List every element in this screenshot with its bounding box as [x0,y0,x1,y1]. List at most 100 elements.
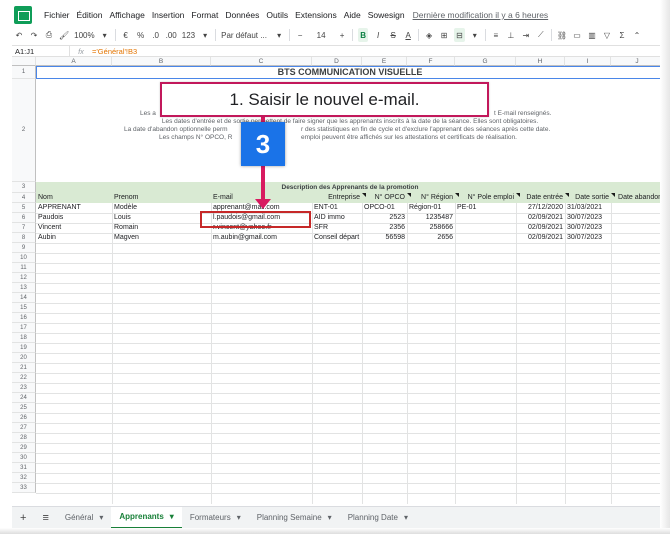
table-cell[interactable]: m.aubin@gmail.com [211,233,312,243]
row-header[interactable]: 14 [12,293,36,303]
table-cell[interactable]: Aubin [36,233,112,243]
table-cell[interactable] [455,223,516,233]
table-cell[interactable] [611,223,664,233]
row-header[interactable]: 8 [12,233,36,243]
tab-planning-date[interactable]: Planning Date ▾ [340,507,416,529]
chevron-down-icon[interactable]: ▾ [404,513,408,522]
row-header[interactable]: 30 [12,453,36,463]
row-header[interactable]: 20 [12,353,36,363]
column-header-b[interactable]: B [112,57,211,66]
row-header[interactable]: 33 [12,483,36,493]
text-rotation-icon[interactable]: ⟋ [536,28,546,42]
table-cell[interactable]: 02/09/2021 [516,233,565,243]
chevron-down-icon[interactable]: ▾ [470,28,480,42]
tab-formateurs[interactable]: Formateurs ▾ [182,507,249,529]
all-sheets-icon[interactable]: ≡ [34,512,56,524]
menu-fichier[interactable]: Fichier [44,10,70,20]
align-horizontal-icon[interactable]: ≡ [491,28,501,42]
table-cell[interactable] [455,213,516,223]
filter-icon[interactable]: ▽ [602,28,612,42]
menu-donnees[interactable]: Données [225,10,259,20]
column-header-f[interactable]: F [407,57,455,66]
collapse-toolbar-icon[interactable]: ⌃ [632,28,642,42]
table-cell[interactable]: ENT-01 [312,203,362,213]
row-header[interactable]: 15 [12,303,36,313]
decrease-decimals-button[interactable]: .0 [151,28,161,42]
menu-affichage[interactable]: Affichage [110,10,145,20]
row-header[interactable]: 29 [12,443,36,453]
row-header[interactable]: 13 [12,283,36,293]
table-cell[interactable]: AID immo [312,213,362,223]
row-header[interactable]: 12 [12,273,36,283]
menu-outils[interactable]: Outils [266,10,288,20]
increase-font-size-icon[interactable]: + [337,28,347,42]
chevron-down-icon[interactable]: ▾ [99,513,103,522]
section-title-cell[interactable]: Description des Apprenants de la promoti… [36,182,664,193]
header-date-sortie[interactable]: Date sortie [565,193,611,203]
row-header[interactable]: 19 [12,343,36,353]
table-cell[interactable]: Louis [112,213,211,223]
table-cell[interactable]: Conseil départ [312,233,362,243]
table-cell[interactable]: 1235487 [407,213,455,223]
row-header[interactable]: 32 [12,473,36,483]
column-header-i[interactable]: I [565,57,611,66]
select-all-corner[interactable] [12,57,36,66]
chart-icon[interactable]: ▥ [587,28,597,42]
chevron-down-icon[interactable]: ▾ [328,513,332,522]
header-date-entree[interactable]: Date entrée [516,193,565,203]
header-opco[interactable]: N° OPCO [362,193,407,203]
table-cell[interactable]: 56598 [362,233,407,243]
row-header[interactable]: 4 [12,193,36,203]
row-header[interactable]: 2 [12,79,36,182]
row-header[interactable]: 25 [12,403,36,413]
row-header[interactable]: 22 [12,373,36,383]
row-header[interactable]: 3 [12,182,36,193]
bold-button[interactable]: B [358,28,369,42]
tab-general[interactable]: Général ▾ [57,507,111,529]
column-header-d[interactable]: D [312,57,362,66]
chevron-down-icon[interactable]: ▾ [200,28,210,42]
table-cell[interactable] [611,213,664,223]
font-size-input[interactable]: 14 [310,28,332,42]
currency-button[interactable]: € [121,28,131,42]
redo-icon[interactable]: ↷ [29,28,39,42]
tab-apprenants[interactable]: Apprenants ▾ [111,506,182,529]
table-cell[interactable]: SFR [312,223,362,233]
table-cell[interactable]: 2656 [407,233,455,243]
row-header[interactable]: 5 [12,203,36,213]
row-header[interactable]: 31 [12,463,36,473]
table-cell[interactable]: 2356 [362,223,407,233]
header-date-abandon[interactable]: Date abandon [611,193,664,203]
menu-edition[interactable]: Édition [77,10,103,20]
table-cell[interactable] [455,233,516,243]
sheets-logo-icon[interactable] [14,6,32,24]
table-cell[interactable]: Modèle [112,203,211,213]
row-header[interactable]: 11 [12,263,36,273]
table-cell[interactable] [611,203,664,213]
zoom-select[interactable]: 100% [74,28,94,42]
text-wrap-icon[interactable]: ⇥ [521,28,531,42]
chevron-down-icon[interactable]: ▾ [100,28,110,42]
menu-extensions[interactable]: Extensions [295,10,337,20]
table-cell[interactable]: 31/03/2021 [565,203,611,213]
chevron-down-icon[interactable]: ▾ [274,28,284,42]
fill-color-icon[interactable]: ◈ [424,28,434,42]
row-header[interactable]: 10 [12,253,36,263]
row-header[interactable]: 16 [12,313,36,323]
table-cell[interactable]: 30/07/2023 [565,223,611,233]
table-cell[interactable]: Romain [112,223,211,233]
borders-icon[interactable]: ⊞ [439,28,449,42]
row-header[interactable]: 1 [12,66,36,79]
undo-icon[interactable]: ↶ [14,28,24,42]
header-region[interactable]: N° Région [407,193,455,203]
column-header-h[interactable]: H [516,57,565,66]
table-cell[interactable]: Magven [112,233,211,243]
header-prenom[interactable]: Prenom [112,193,211,203]
table-cell[interactable]: OPCO-01 [362,203,407,213]
table-cell[interactable] [611,233,664,243]
row-header[interactable]: 28 [12,433,36,443]
table-cell[interactable]: 30/07/2023 [565,233,611,243]
align-vertical-icon[interactable]: ⊥ [506,28,516,42]
decrease-font-size-icon[interactable]: − [295,28,305,42]
row-header[interactable]: 7 [12,223,36,233]
